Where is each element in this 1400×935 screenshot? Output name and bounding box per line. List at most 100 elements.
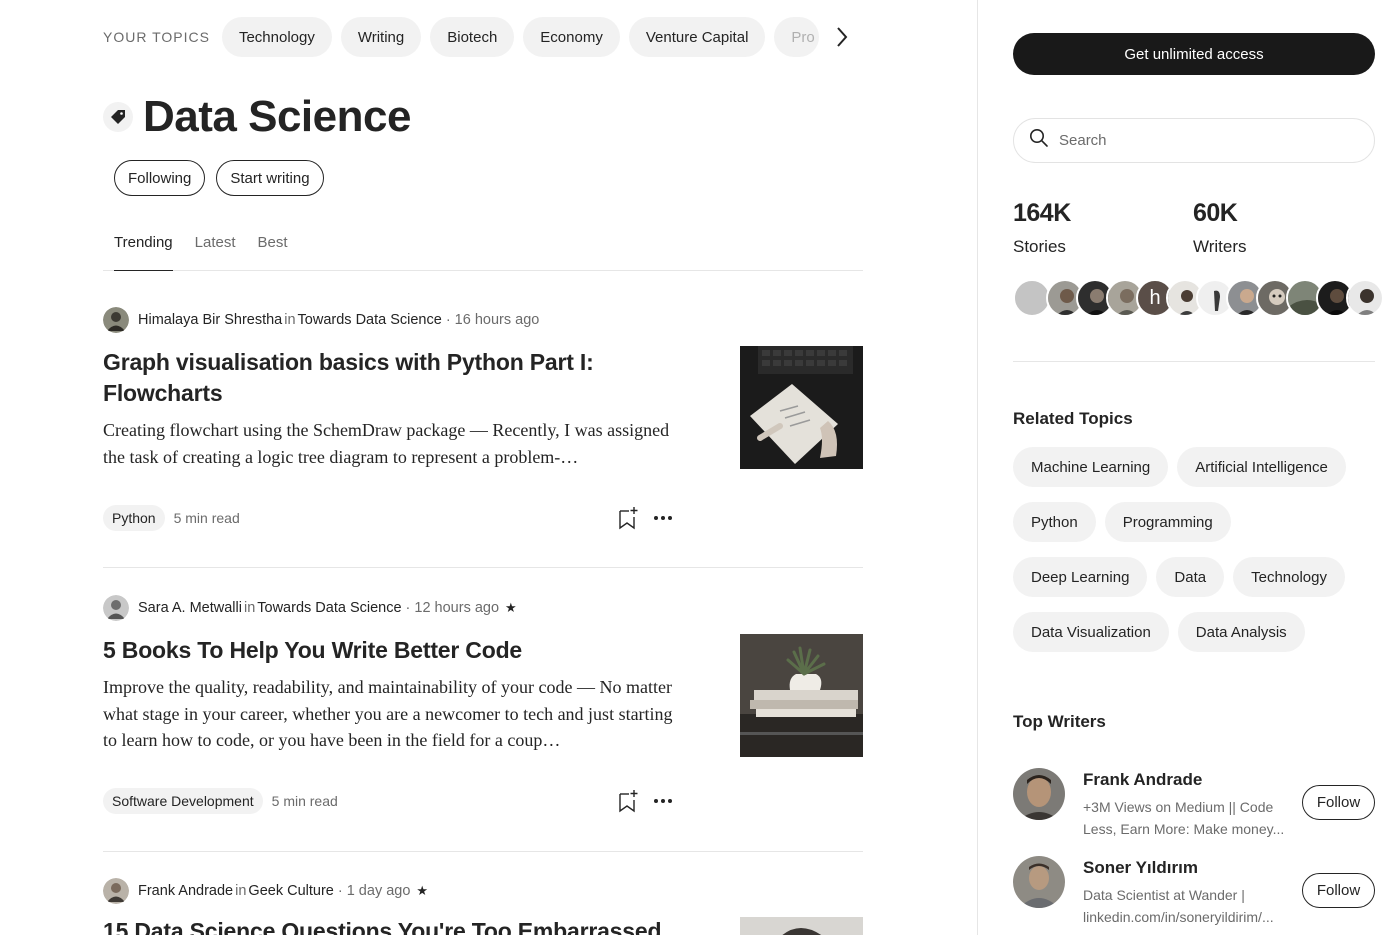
article-title[interactable]: Graph visualisation basics with Python P… [103,347,683,409]
topic-pill-pro[interactable]: Pro [774,17,819,57]
related-topics: Machine Learning Artificial Intelligence… [1013,447,1383,667]
article-actions [617,505,673,531]
writers-label: Writers [1193,237,1247,256]
topic-pill-biotech[interactable]: Biotech [430,17,515,57]
feed-tabs: Trending Latest Best [103,230,863,271]
in-label: in [243,600,256,616]
top-writer: Frank Andrade +3M Views on Medium || Cod… [1013,768,1378,837]
your-topics-label: YOUR TOPICS [103,29,210,45]
article-divider [103,851,863,852]
sidebar-divider-line [1013,361,1375,362]
publication-name[interactable]: Towards Data Science [257,600,401,616]
related-topic-technology[interactable]: Technology [1233,557,1345,597]
topic-pill-venture-capital[interactable]: Venture Capital [628,17,766,57]
article-thumbnail[interactable] [740,634,863,757]
author-avatar[interactable] [103,878,129,904]
your-topics-bar: YOUR TOPICS Technology Writing Biotech E… [103,17,863,57]
follow-button[interactable]: Follow [1302,873,1375,908]
post-time: · 16 hours ago [445,312,540,328]
tab-best[interactable]: Best [258,230,288,271]
in-label: in [235,883,247,899]
get-unlimited-access-button[interactable]: Get unlimited access [1013,33,1375,75]
related-topic-machine-learning[interactable]: Machine Learning [1013,447,1169,487]
related-topic-python[interactable]: Python [1013,502,1096,542]
writer-name[interactable]: Frank Andrade [1083,770,1202,790]
article-meta: Frank Andrade in Geek Culture · 1 day ag… [103,878,428,904]
search-icon [1029,128,1049,153]
article-footer: Software Development 5 min read [103,788,673,814]
member-star-icon: ★ [505,600,517,615]
bookmark-add-icon[interactable] [617,789,639,813]
publication-name[interactable]: Towards Data Science [298,312,442,328]
article-card: Sara A. Metwalli in Towards Data Science… [103,595,863,825]
article-meta: Himalaya Bir Shrestha in Towards Data Sc… [103,307,539,333]
publication-name[interactable]: Geek Culture [248,883,333,899]
author-avatar[interactable] [103,307,129,333]
author-name[interactable]: Himalaya Bir Shrestha [138,312,282,328]
author-name[interactable]: Sara A. Metwalli [138,600,242,616]
writer-name[interactable]: Soner Yıldırım [1083,858,1198,878]
writer-bio: +3M Views on Medium || Code Less, Earn M… [1083,799,1285,837]
read-time: 5 min read [271,793,338,809]
top-writers-heading: Top Writers [1013,712,1106,731]
writer-avatar[interactable] [1013,856,1065,908]
tab-latest[interactable]: Latest [195,230,236,271]
main-column: YOUR TOPICS Technology Writing Biotech E… [0,0,977,935]
article-divider [103,567,863,568]
writers-stat: 60K Writers [1193,199,1247,257]
article-tag[interactable]: Python [103,505,165,531]
related-topics-heading: Related Topics [1013,409,1133,428]
article-thumbnail[interactable] [740,346,863,469]
bookmark-add-icon[interactable] [617,506,639,530]
topic-actions: Following Start writing [114,160,335,196]
page-title: Data Science [143,92,411,141]
writers-count: 60K [1193,199,1238,227]
topic-pill-technology[interactable]: Technology [221,17,332,57]
tag-icon [103,102,133,132]
article-meta: Sara A. Metwalli in Towards Data Science… [103,595,517,621]
writer-avatar[interactable] [1013,768,1065,820]
author-name[interactable]: Frank Andrade [138,883,233,899]
post-time: · 1 day ago [337,883,411,899]
article-title[interactable]: 5 Books To Help You Write Better Code [103,635,683,666]
writer-avatars: h [1013,279,1393,317]
related-topic-artificial-intelligence[interactable]: Artificial Intelligence [1177,447,1346,487]
tab-trending[interactable]: Trending [114,230,173,271]
more-options-icon[interactable] [653,515,673,521]
top-writer: Soner Yıldırım Data Scientist at Wander … [1013,856,1378,925]
follow-button[interactable]: Follow [1302,785,1375,820]
related-topic-data-analysis[interactable]: Data Analysis [1177,612,1305,652]
article-excerpt[interactable]: Improve the quality, readability, and ma… [103,674,673,754]
article-excerpt[interactable]: Creating flowchart using the SchemDraw p… [103,417,673,470]
article-actions [617,788,673,814]
post-time: · 12 hours ago [405,600,500,616]
stories-label: Stories [1013,237,1066,256]
start-writing-button[interactable]: Start writing [216,160,324,196]
related-topic-data[interactable]: Data [1156,557,1225,597]
member-star-icon: ★ [416,883,429,898]
following-button[interactable]: Following [114,160,206,196]
topic-header: Data Science [103,92,411,142]
sidebar: Get unlimited access 164K Stories 60K Wr… [1013,0,1400,935]
article-card: Himalaya Bir Shrestha in Towards Data Sc… [103,307,863,537]
search-box[interactable] [1013,118,1375,163]
chevron-right-icon[interactable] [822,17,862,57]
topic-pill-economy[interactable]: Economy [523,17,620,57]
article-tag[interactable]: Software Development [103,788,263,814]
writer-avatar[interactable] [1346,279,1384,317]
writer-bio: Data Scientist at Wander | linkedin.com/… [1083,887,1274,925]
author-avatar[interactable] [103,595,129,621]
related-topic-data-visualization[interactable]: Data Visualization [1013,612,1169,652]
article-footer: Python 5 min read [103,505,673,531]
related-topic-programming[interactable]: Programming [1104,502,1231,542]
topic-pill-writing[interactable]: Writing [340,17,422,57]
more-options-icon[interactable] [653,798,673,804]
article-title[interactable]: 15 Data Science Questions You're Too Emb… [103,916,683,935]
stories-count: 164K [1013,199,1071,227]
article-card: Frank Andrade in Geek Culture · 1 day ag… [103,878,863,935]
article-thumbnail[interactable] [740,917,863,935]
sidebar-divider [977,0,978,935]
in-label: in [284,312,296,328]
search-input[interactable] [1059,132,1349,149]
related-topic-deep-learning[interactable]: Deep Learning [1013,557,1148,597]
